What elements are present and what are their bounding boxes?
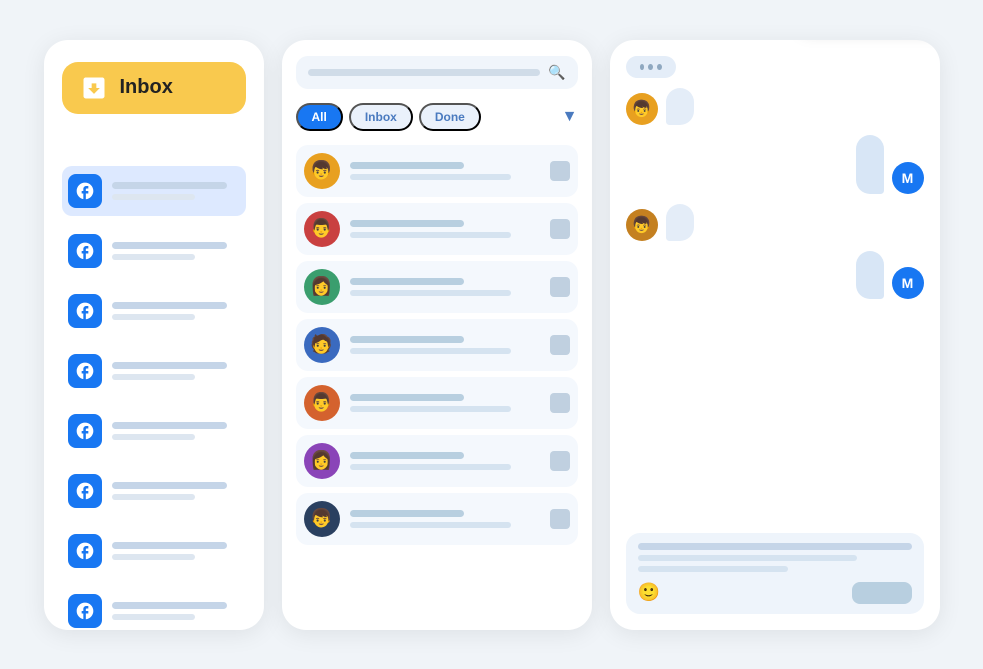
list-item[interactable] [62, 586, 246, 630]
agent-badge: M [892, 162, 924, 194]
filter-all[interactable]: All [296, 103, 343, 131]
right-panel: ✔ Move to done 👦 [610, 40, 940, 630]
contact-item[interactable]: 👩 [296, 261, 578, 313]
avatar: 👩 [304, 269, 340, 305]
avatar: 👨 [304, 385, 340, 421]
facebook-icon [68, 594, 102, 628]
chat-message-outgoing: M [626, 251, 924, 299]
filter-icon[interactable]: ▼ [562, 108, 578, 126]
chat-input-lines [638, 543, 912, 572]
contact-item-badge [550, 277, 570, 297]
chat-bubble [666, 204, 694, 241]
list-item-lines [112, 182, 240, 200]
chat-input-area[interactable]: 🙂 [626, 533, 924, 614]
contact-item[interactable]: 👦 [296, 493, 578, 545]
avatar: 👦 [304, 153, 340, 189]
list-item-lines [112, 362, 240, 380]
user-avatar: 👦 [626, 209, 658, 241]
contact-item-badge [550, 393, 570, 413]
arrow-decoration [640, 40, 720, 50]
contact-item[interactable]: 🧑 [296, 319, 578, 371]
contact-item-content [350, 336, 540, 354]
contact-item[interactable]: 👩 [296, 435, 578, 487]
contact-item-content [350, 452, 540, 470]
agent-badge: M [892, 267, 924, 299]
filter-inbox[interactable]: Inbox [349, 103, 413, 131]
list-item[interactable] [62, 466, 246, 516]
contact-item-badge [550, 335, 570, 355]
chat-message-outgoing: M [626, 135, 924, 194]
mid-panel: 🔍 All Inbox Done ▼ 👦 👨 [282, 40, 592, 630]
avatar: 👨 [304, 211, 340, 247]
avatar: 🧑 [304, 327, 340, 363]
left-panel: Inbox [44, 40, 264, 630]
list-item-lines [112, 302, 240, 320]
chat-bubble [666, 88, 694, 125]
contact-item-content [350, 162, 540, 180]
facebook-icon [68, 234, 102, 268]
search-bar-placeholder [308, 69, 541, 76]
list-item[interactable] [62, 226, 246, 276]
emoji-button[interactable]: 🙂 [638, 582, 660, 603]
chat-message-incoming: 👦 [626, 204, 924, 241]
list-item[interactable] [62, 346, 246, 396]
contact-item-content [350, 278, 540, 296]
contact-item[interactable]: 👦 [296, 145, 578, 197]
contact-item-badge [550, 451, 570, 471]
chat-bubble [856, 135, 884, 194]
user-avatar: 👦 [626, 93, 658, 125]
facebook-icon [68, 474, 102, 508]
list-item[interactable] [62, 166, 246, 216]
contact-item[interactable]: 👨 [296, 377, 578, 429]
contact-item-content [350, 220, 540, 238]
chat-message-incoming: 👦 [626, 88, 924, 125]
list-item-lines [112, 422, 240, 440]
mid-search[interactable]: 🔍 [296, 56, 578, 89]
avatar: 👦 [304, 501, 340, 537]
chat-area: 👦 M 👦 [626, 56, 924, 523]
facebook-icon [68, 294, 102, 328]
list-item-lines [112, 242, 240, 260]
search-icon: 🔍 [548, 64, 565, 81]
avatar: 👩 [304, 443, 340, 479]
facebook-icon [68, 174, 102, 208]
contact-item-badge [550, 219, 570, 239]
filter-bar: All Inbox Done ▼ [296, 103, 578, 131]
contact-item-badge [550, 161, 570, 181]
list-item-lines [112, 602, 240, 620]
list-item[interactable] [62, 286, 246, 336]
typing-indicator [626, 56, 676, 78]
facebook-icon [68, 414, 102, 448]
contact-item[interactable]: 👨 [296, 203, 578, 255]
inbox-header: Inbox [62, 62, 246, 114]
chat-bubble [856, 251, 884, 299]
contact-item-content [350, 394, 540, 412]
contact-item-content [350, 510, 540, 528]
list-item[interactable] [62, 406, 246, 456]
inbox-icon [78, 72, 110, 104]
facebook-icon [68, 354, 102, 388]
facebook-icon [68, 534, 102, 568]
contact-list: 👦 👨 👩 [296, 145, 578, 545]
list-item-lines [112, 542, 240, 560]
inbox-title: Inbox [120, 76, 173, 99]
chat-bottom-actions: 🙂 [638, 582, 912, 604]
list-item[interactable] [62, 526, 246, 576]
filter-done[interactable]: Done [419, 103, 481, 131]
contact-item-badge [550, 509, 570, 529]
send-button[interactable] [852, 582, 912, 604]
list-item-lines [112, 482, 240, 500]
